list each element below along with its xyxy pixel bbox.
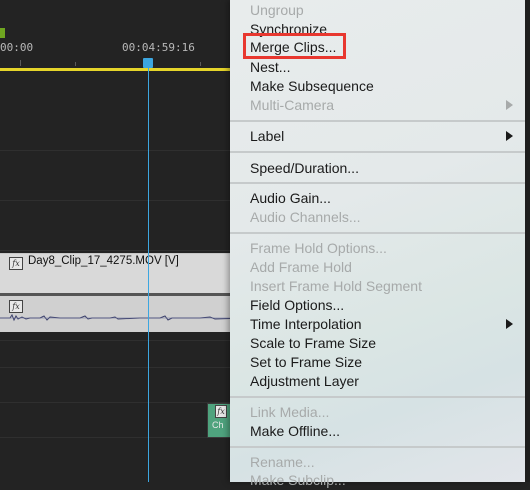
menu-item-audio-gain[interactable]: Audio Gain...: [250, 189, 331, 208]
menu-item-frame-hold-options[interactable]: Frame Hold Options...: [250, 239, 387, 258]
clip-name: Day8_Clip_17_4275.MOV [V]: [28, 255, 179, 267]
fx-badge-icon: fx: [215, 405, 227, 418]
menu-separator: [230, 446, 525, 448]
menu-item-insert-frame-hold-segment[interactable]: Insert Frame Hold Segment: [250, 277, 422, 296]
menu-item-rename[interactable]: Rename...: [250, 453, 315, 472]
menu-item-scale-to-frame-size[interactable]: Scale to Frame Size: [250, 334, 376, 353]
audio-waveform: [0, 313, 245, 322]
playhead-line[interactable]: [148, 66, 149, 482]
ruler-tick: [75, 62, 76, 66]
menu-item-set-to-frame-size[interactable]: Set to Frame Size: [250, 353, 362, 372]
in-point-marker[interactable]: [0, 28, 5, 38]
submenu-arrow-icon: [506, 100, 513, 110]
audio-clip-top-border: [0, 293, 245, 296]
menu-item-speed-duration[interactable]: Speed/Duration...: [250, 159, 359, 178]
menu-item-time-interpolation[interactable]: Time Interpolation: [250, 315, 362, 334]
menu-separator: [230, 182, 525, 184]
menu-item-make-offline[interactable]: Make Offline...: [250, 422, 340, 441]
menu-item-ungroup[interactable]: Ungroup: [250, 1, 304, 20]
menu-separator: [230, 232, 525, 234]
menu-item-field-options[interactable]: Field Options...: [250, 296, 344, 315]
ruler-tick: [20, 60, 21, 66]
small-clip-label: Ch: [212, 420, 224, 430]
menu-item-link-media[interactable]: Link Media...: [250, 403, 329, 422]
submenu-arrow-icon: [506, 319, 513, 329]
context-menu[interactable]: Ungroup Synchronize Merge Clips... Nest.…: [230, 0, 525, 488]
menu-item-audio-channels[interactable]: Audio Channels...: [250, 208, 361, 227]
video-clip[interactable]: fx Day8_Clip_17_4275.MOV [V]: [0, 253, 245, 294]
timeline-scrollbar[interactable]: [525, 0, 530, 482]
menu-separator: [230, 151, 525, 153]
menu-separator: [230, 396, 525, 398]
menu-item-adjustment-layer[interactable]: Adjustment Layer: [250, 372, 359, 391]
fx-badge-icon: fx: [9, 257, 23, 270]
merge-clips-highlight-box: [243, 33, 346, 59]
menu-item-make-subsequence[interactable]: Make Subsequence: [250, 77, 374, 96]
ruler-timecode-start: 00:00: [0, 41, 34, 54]
ruler-timecode-playhead: 00:04:59:16: [122, 41, 195, 54]
menu-item-make-subclip[interactable]: Make Subclip...: [250, 471, 346, 490]
menu-item-multi-camera[interactable]: Multi-Camera: [250, 96, 334, 115]
menu-item-nest[interactable]: Nest...: [250, 58, 290, 77]
ruler-tick: [200, 62, 201, 66]
menu-item-add-frame-hold[interactable]: Add Frame Hold: [250, 258, 352, 277]
menu-item-label[interactable]: Label: [250, 127, 284, 146]
menu-separator: [230, 120, 525, 122]
submenu-arrow-icon: [506, 131, 513, 141]
